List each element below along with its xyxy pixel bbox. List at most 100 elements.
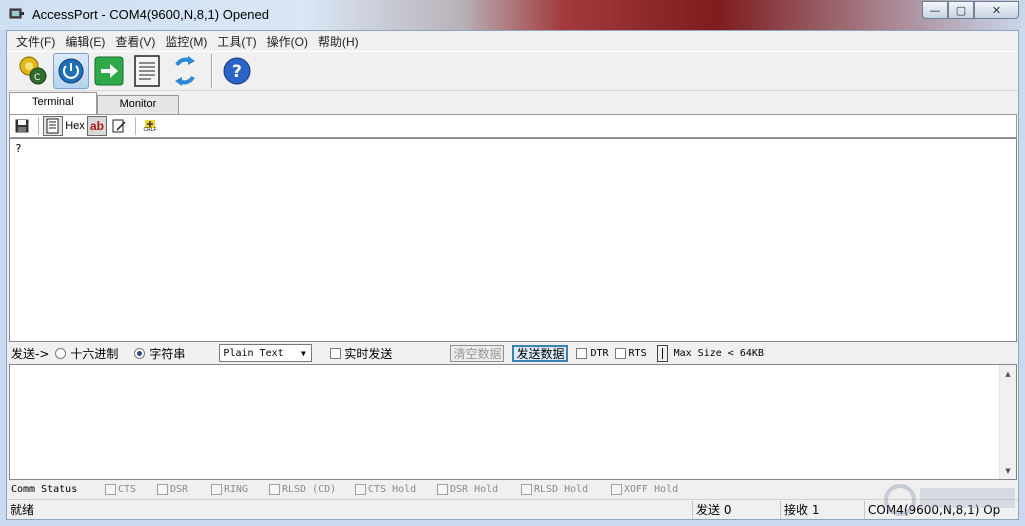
status-rlsd-box xyxy=(269,484,280,495)
edit-icon xyxy=(112,119,126,133)
tab-terminal[interactable]: Terminal xyxy=(9,92,97,114)
menu-edit[interactable]: 编辑(E) xyxy=(60,31,110,50)
radio-hex-label: 十六进制 xyxy=(70,346,119,361)
save-button[interactable] xyxy=(12,116,32,136)
status-sent: 发送 0 xyxy=(693,500,781,519)
status-rlsd-hold-box xyxy=(521,484,532,495)
send-label: 发送-> xyxy=(11,346,50,361)
status-cts-box xyxy=(105,484,116,495)
string-toggle[interactable]: ab xyxy=(87,116,107,136)
status-cts-hold: CTS Hold xyxy=(355,484,437,495)
comm-status-bar: Comm Status CTS DSR RING RLSD (CD) CTS H… xyxy=(9,481,1017,498)
radio-string-label: 字符串 xyxy=(149,346,186,361)
radio-string-dot xyxy=(134,347,146,359)
menu-monitor[interactable]: 监控(M) xyxy=(160,31,212,50)
terminal-text: ? xyxy=(15,142,22,155)
status-dsr-hold-label: DSR Hold xyxy=(450,484,499,495)
hex-toggle[interactable]: Hex xyxy=(65,116,85,136)
view-tabs: Terminal Monitor xyxy=(9,92,180,114)
send-data-button[interactable]: 发送数据 xyxy=(512,344,569,362)
menu-help[interactable]: 帮助(H) xyxy=(313,31,364,50)
status-cts-hold-box xyxy=(355,484,366,495)
hex-view-toggle[interactable] xyxy=(43,116,63,136)
realtime-send-label: 实时发送 xyxy=(344,346,393,361)
terminal-toolbar: Hex ab CRLF xyxy=(9,114,1017,138)
port-settings-icon: C xyxy=(19,56,47,85)
edit-button[interactable] xyxy=(109,116,129,136)
radio-hex-dot xyxy=(55,347,67,359)
go-button[interactable] xyxy=(91,53,127,89)
refresh-button[interactable] xyxy=(167,53,203,89)
clear-data-button[interactable]: 清空数据 xyxy=(450,344,505,362)
menu-file[interactable]: 文件(F) xyxy=(11,31,60,50)
status-xoff-hold: XOFF Hold xyxy=(611,484,695,495)
status-dsr-hold-box xyxy=(437,484,448,495)
format-select[interactable]: Plain Text ▼ xyxy=(219,344,313,362)
go-arrow-icon xyxy=(94,56,124,86)
chevron-down-icon: ▼ xyxy=(301,348,306,358)
status-dsr-box xyxy=(157,484,168,495)
status-rlsd: RLSD (CD) xyxy=(269,484,355,495)
rts-box xyxy=(614,347,626,359)
dtr-checkbox[interactable]: DTR xyxy=(576,347,609,359)
send-input-scrollbar[interactable]: ▲ ▼ xyxy=(999,365,1016,479)
scroll-up-icon[interactable]: ▲ xyxy=(1000,365,1016,382)
max-size-label: Max Size < 64KB xyxy=(673,347,764,359)
svg-text:?: ? xyxy=(232,62,242,82)
tab-monitor[interactable]: Monitor xyxy=(96,95,180,114)
minimize-button[interactable]: — xyxy=(922,1,948,19)
radio-string[interactable]: 字符串 xyxy=(134,345,185,362)
window-controls: — ▢ ✕ xyxy=(922,1,1019,21)
help-icon: ? xyxy=(223,57,251,85)
dtr-box xyxy=(576,347,588,359)
menu-operate[interactable]: 操作(O) xyxy=(262,31,313,50)
window-title: AccessPort - COM4(9600,N,8,1) Opened xyxy=(32,7,269,22)
status-bar: 就绪 发送 0 接收 1 COM4(9600,N,8,1) Op xyxy=(7,499,1018,519)
send-input[interactable]: ▲ ▼ xyxy=(9,364,1017,480)
document-button[interactable] xyxy=(129,53,165,89)
menu-view[interactable]: 查看(V) xyxy=(110,31,160,50)
port-settings-button[interactable]: C xyxy=(15,53,51,89)
rts-label: RTS xyxy=(628,347,647,359)
status-xoff-hold-label: XOFF Hold xyxy=(624,484,679,495)
toolbar-separator xyxy=(211,54,213,88)
realtime-send-checkbox[interactable]: 实时发送 xyxy=(330,345,392,362)
status-dsr-hold: DSR Hold xyxy=(437,484,521,495)
status-rlsd-hold-label: RLSD Hold xyxy=(534,484,589,495)
status-ring: RING xyxy=(211,484,269,495)
app-icon xyxy=(9,8,24,19)
send-bar: 发送-> 十六进制 字符串 Plain Text ▼ 实时发送 清空数据 发送数… xyxy=(9,343,1017,363)
status-xoff-hold-box xyxy=(611,484,622,495)
close-button[interactable]: ✕ xyxy=(974,1,1019,19)
status-ring-label: RING xyxy=(224,484,249,495)
status-dsr: DSR xyxy=(157,484,211,495)
scroll-down-icon[interactable]: ▼ xyxy=(1000,462,1016,479)
comm-status-label: Comm Status xyxy=(11,484,78,495)
break-toggle[interactable] xyxy=(656,344,668,362)
crlf-label: CRLF xyxy=(143,126,157,133)
subtoolbar-separator xyxy=(38,117,39,135)
status-cts-hold-label: CTS Hold xyxy=(368,484,417,495)
terminal-output[interactable]: ? xyxy=(9,138,1017,342)
status-received: 接收 1 xyxy=(781,500,865,519)
radio-hex[interactable]: 十六进制 xyxy=(55,345,118,362)
ab-label: ab xyxy=(89,119,104,133)
status-dsr-label: DSR xyxy=(170,484,189,495)
help-button[interactable]: ? xyxy=(219,53,255,89)
close-icon: ✕ xyxy=(991,3,1002,17)
status-rlsd-label: RLSD (CD) xyxy=(282,484,337,495)
rts-checkbox[interactable]: RTS xyxy=(614,347,647,359)
hex-view-icon xyxy=(46,118,59,134)
refresh-icon xyxy=(175,56,195,86)
crlf-button[interactable]: CRLF xyxy=(140,116,160,136)
document-icon xyxy=(134,55,160,87)
save-icon xyxy=(15,119,29,133)
menu-bar: 文件(F) 编辑(E) 查看(V) 监控(M) 工具(T) 操作(O) 帮助(H… xyxy=(7,31,1018,50)
status-cts-label: CTS xyxy=(118,484,137,495)
menu-tools[interactable]: 工具(T) xyxy=(212,31,261,50)
open-close-port-button[interactable] xyxy=(53,53,89,89)
maximize-button[interactable]: ▢ xyxy=(948,1,974,19)
minimize-icon: — xyxy=(929,3,941,17)
subtoolbar-separator-2 xyxy=(135,117,136,135)
status-ring-box xyxy=(211,484,222,495)
